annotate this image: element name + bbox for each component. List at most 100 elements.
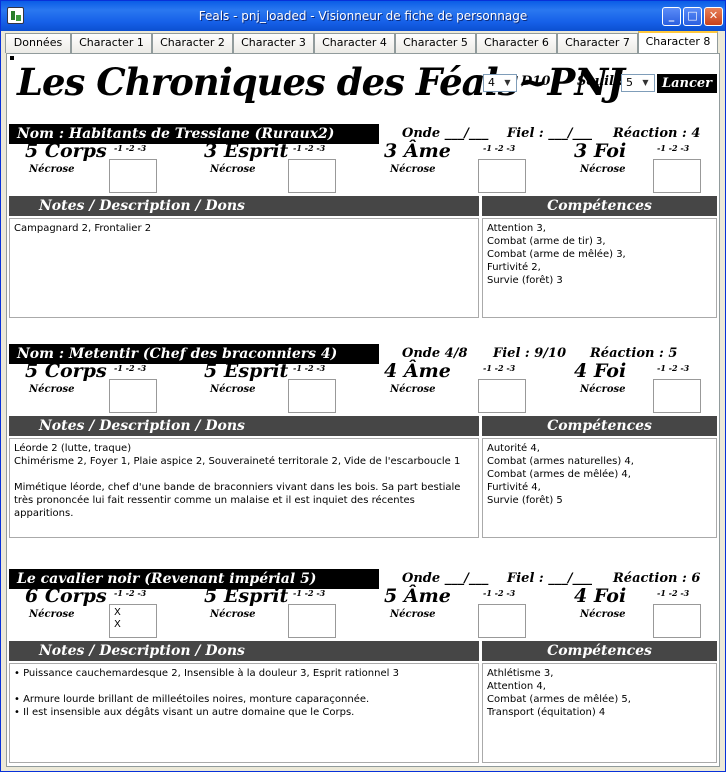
competence-line: Survie (forêt) 5 — [487, 495, 563, 506]
necrose-label: Nécrose — [390, 164, 436, 175]
tab-character-5[interactable]: Character 5 — [395, 33, 476, 53]
esprit-value: 5 — [204, 585, 218, 607]
chevron-down-icon: ▼ — [504, 78, 511, 87]
competences-textarea[interactable]: Autorité 4, Combat (armes naturelles) 4,… — [482, 438, 717, 538]
necrose-label: Nécrose — [210, 609, 256, 620]
esprit-value: 3 — [204, 140, 218, 162]
corps-stat: 5 Corps — [25, 140, 107, 162]
esprit-label: Esprit — [223, 140, 289, 162]
esprit-necrose-box[interactable] — [288, 604, 336, 638]
notes-line: • Il est insensible aux dégâts visant un… — [14, 707, 355, 718]
fiel-field: Fiel : 9/10 — [493, 346, 567, 361]
notes-textarea[interactable]: Campagnard 2, Frontalier 2 — [9, 218, 479, 318]
ame-label: Âme — [403, 360, 451, 382]
esprit-necrose-box[interactable] — [288, 379, 336, 413]
seuil-label: Seuil : — [577, 74, 624, 89]
notes-textarea[interactable]: • Puissance cauchemardesque 2, Insensibl… — [9, 663, 479, 763]
esprit-label: Esprit — [223, 360, 289, 382]
corps-stat: 6 Corps — [25, 585, 107, 607]
seuil-select[interactable]: 5 ▼ — [621, 74, 655, 92]
esprit-stat: 5 Esprit — [204, 585, 288, 607]
notes-line: • Puissance cauchemardesque 2, Insensibl… — [14, 668, 399, 679]
competence-line: Autorité 4, — [487, 443, 540, 454]
corps-stat: 5 Corps — [25, 360, 107, 382]
tab-character-6[interactable]: Character 6 — [476, 33, 557, 53]
competences-textarea[interactable]: Attention 3, Combat (arme de tir) 3, Com… — [482, 218, 717, 318]
fiel-field: Fiel : ___/___ — [507, 571, 592, 586]
tab-character-2[interactable]: Character 2 — [152, 33, 233, 53]
close-button[interactable]: ✕ — [704, 7, 723, 26]
notes-header: Notes / Description / Dons — [9, 196, 479, 216]
reaction-field: Réaction : 4 — [613, 126, 701, 141]
esprit-necrose-box[interactable] — [288, 159, 336, 193]
competence-line: Combat (armes de mêlée) 5, — [487, 694, 631, 705]
ame-stat: 5 Âme — [384, 585, 451, 607]
ame-label: Âme — [403, 585, 451, 607]
tab-character-7[interactable]: Character 7 — [557, 33, 638, 53]
notes-line: Campagnard 2, Frontalier 2 — [14, 223, 152, 234]
esprit-wounds: -1 -2 -3 — [293, 363, 326, 373]
character-card: Le cavalier noir (Revenant impérial 5) O… — [7, 569, 721, 769]
esprit-label: Esprit — [223, 585, 289, 607]
notes-line: Léorde 2 (lutte, traque) — [14, 443, 132, 454]
competence-line: Combat (arme de mêlée) 3, — [487, 249, 626, 260]
tab-character-1[interactable]: Character 1 — [71, 33, 152, 53]
competences-header: Compétences — [482, 196, 717, 216]
seuil-value: 5 — [626, 76, 633, 89]
necrose-label: Nécrose — [580, 609, 626, 620]
corps-necrose-box[interactable] — [109, 159, 157, 193]
ame-value: 4 — [384, 360, 398, 382]
dice-count-value: 4 — [488, 76, 495, 89]
foi-value: 4 — [574, 360, 588, 382]
necrose-label: Nécrose — [390, 609, 436, 620]
necrose-label: Nécrose — [29, 384, 75, 395]
notes-textarea[interactable]: Léorde 2 (lutte, traque) Chimérisme 2, F… — [9, 438, 479, 538]
window-title: Feals - pnj_loaded - Visionneur de fiche… — [198, 9, 528, 23]
necrose-label: Nécrose — [29, 164, 75, 175]
tab-character-8[interactable]: Character 8 — [638, 31, 718, 54]
foi-stat: 4 Foi — [574, 585, 626, 607]
foi-label: Foi — [593, 585, 627, 607]
ame-necrose-box[interactable] — [478, 379, 526, 413]
notes-line — [14, 468, 474, 481]
foi-wounds: -1 -2 -3 — [657, 588, 690, 598]
necrose-label: Nécrose — [390, 384, 436, 395]
maximize-button[interactable]: □ — [683, 7, 702, 26]
corps-wounds: -1 -2 -3 — [114, 588, 147, 598]
notes-header: Notes / Description / Dons — [9, 641, 479, 661]
character-card: Nom : Metentir (Chef des braconniers 4) … — [7, 344, 721, 544]
ame-value: 5 — [384, 585, 398, 607]
minimize-button[interactable]: _ — [662, 7, 681, 26]
notes-line: Mimétique léorde, chef d'une bande de br… — [14, 482, 464, 519]
competences-header: Compétences — [482, 416, 717, 436]
character-card: Nom : Habitants de Tressiane (Ruraux2) O… — [7, 124, 721, 324]
necrose-label: Nécrose — [210, 164, 256, 175]
esprit-value: 5 — [204, 360, 218, 382]
competence-line: Survie (forêt) 3 — [487, 275, 563, 286]
foi-necrose-box[interactable] — [653, 159, 701, 193]
corps-necrose-box[interactable]: X X — [109, 604, 157, 638]
corps-wounds: -1 -2 -3 — [114, 363, 147, 373]
ame-necrose-box[interactable] — [478, 159, 526, 193]
ame-wounds: -1 -2 -3 — [483, 363, 516, 373]
chevron-down-icon: ▼ — [642, 78, 649, 87]
tab-donnees[interactable]: Données — [5, 33, 71, 53]
competence-line: Combat (armes naturelles) 4, — [487, 456, 634, 467]
tab-character-4[interactable]: Character 4 — [314, 33, 395, 53]
competence-line: Furtivité 2, — [487, 262, 541, 273]
lancer-button[interactable]: Lancer — [657, 74, 717, 93]
corps-necrose-box[interactable] — [109, 379, 157, 413]
dice-count-select[interactable]: 4 ▼ — [483, 74, 517, 92]
competence-line: Athlétisme 3, — [487, 668, 554, 679]
corner-marker — [10, 56, 14, 60]
ame-value: 3 — [384, 140, 398, 162]
title-bar[interactable]: Feals - pnj_loaded - Visionneur de fiche… — [1, 1, 725, 31]
foi-necrose-box[interactable] — [653, 604, 701, 638]
reaction-field: Réaction : 6 — [613, 571, 701, 586]
app-window: Feals - pnj_loaded - Visionneur de fiche… — [0, 0, 726, 772]
foi-necrose-box[interactable] — [653, 379, 701, 413]
tab-character-3[interactable]: Character 3 — [233, 33, 314, 53]
notes-line — [14, 680, 474, 693]
ame-necrose-box[interactable] — [478, 604, 526, 638]
competences-textarea[interactable]: Athlétisme 3, Attention 4, Combat (armes… — [482, 663, 717, 763]
